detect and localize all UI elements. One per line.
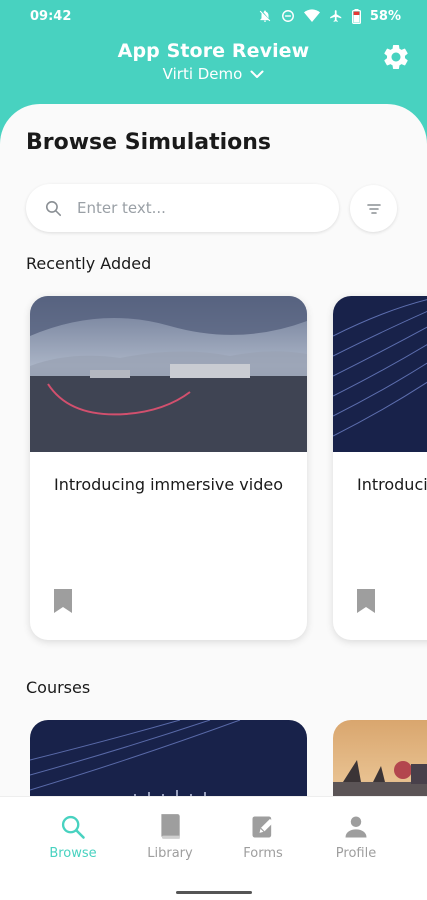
- book-icon: [161, 814, 180, 839]
- status-icons: 58%: [258, 8, 401, 24]
- battery-level: 58%: [369, 8, 401, 24]
- card-title: Introducing immersive video: [54, 475, 283, 494]
- section-label-courses: Courses: [26, 678, 91, 697]
- filter-icon: [366, 203, 381, 214]
- course-card[interactable]: [333, 720, 427, 804]
- person-icon: [345, 816, 367, 838]
- status-bar: 09:42 58%: [0, 0, 427, 32]
- gear-icon[interactable]: [381, 42, 411, 72]
- nav-item-profile[interactable]: Profile: [316, 813, 396, 861]
- nav-item-browse[interactable]: Browse: [33, 813, 113, 861]
- battery-icon: [351, 8, 361, 24]
- course-card[interactable]: [30, 720, 307, 804]
- bottom-navigation: Browse Library Forms Profile: [0, 796, 427, 900]
- page-title: Browse Simulations: [26, 130, 272, 155]
- wifi-icon: [303, 9, 320, 22]
- bookmark-icon[interactable]: [54, 589, 72, 613]
- nav-label-profile: Profile: [335, 846, 377, 861]
- edit-form-icon: [252, 816, 274, 838]
- search-icon: [61, 815, 85, 839]
- filter-button[interactable]: [350, 185, 397, 232]
- nav-item-library[interactable]: Library: [130, 813, 210, 861]
- nav-item-forms[interactable]: Forms: [223, 813, 303, 861]
- course-thumbnail-image: [30, 720, 307, 804]
- do-not-disturb-icon: [281, 10, 294, 22]
- nav-label-browse: Browse: [49, 846, 97, 861]
- bookmark-icon[interactable]: [357, 589, 375, 613]
- simulation-card[interactable]: Introducing immersive video: [30, 296, 307, 640]
- search-bar[interactable]: [26, 184, 339, 232]
- chevron-down-icon: [250, 70, 264, 78]
- card-thumbnail-image: [30, 296, 307, 452]
- section-label-recently-added: Recently Added: [26, 254, 152, 273]
- simulation-card[interactable]: Introducing immersive video: [333, 296, 427, 640]
- airplane-mode-icon: [330, 10, 342, 22]
- notifications-off-icon: [259, 10, 271, 22]
- home-indicator[interactable]: [176, 891, 252, 894]
- org-selector[interactable]: Virti Demo: [163, 65, 265, 83]
- status-time: 09:42: [30, 8, 72, 24]
- org-selector-label: Virti Demo: [162, 65, 243, 83]
- card-thumbnail-image: [333, 296, 427, 452]
- content-sheet: Browse Simulations Recently Added Introd…: [0, 104, 427, 804]
- app-title: App Store Review: [117, 40, 310, 62]
- nav-label-library: Library: [147, 846, 193, 861]
- search-input[interactable]: [77, 199, 297, 217]
- card-title: Introducing immersive video: [357, 475, 427, 494]
- app-header: App Store Review Virti Demo: [0, 40, 427, 83]
- course-thumbnail-image: [333, 720, 427, 804]
- nav-label-forms: Forms: [243, 846, 283, 861]
- search-icon: [45, 200, 62, 216]
